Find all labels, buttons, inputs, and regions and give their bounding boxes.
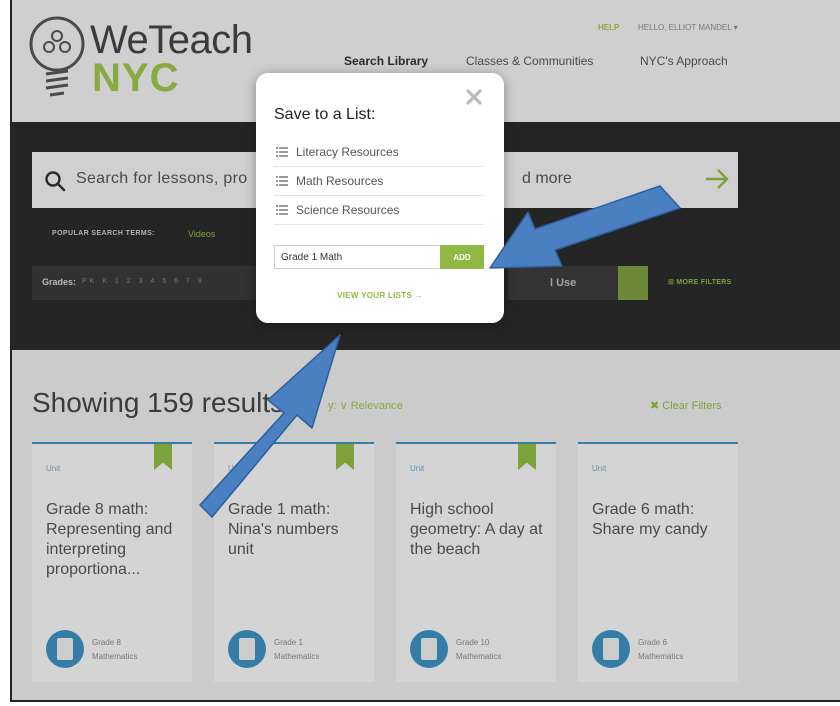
list-item-math[interactable]: Math Resources bbox=[274, 168, 484, 196]
list-item-label: Literacy Resources bbox=[296, 145, 399, 159]
list-item-label: Science Resources bbox=[296, 203, 400, 217]
save-to-list-modal: Save to a List: Literacy Resources Math … bbox=[256, 73, 504, 323]
list-item-literacy[interactable]: Literacy Resources bbox=[274, 139, 484, 167]
view-your-lists-link[interactable]: VIEW YOUR LISTS → bbox=[256, 291, 504, 300]
add-list-button[interactable]: ADD bbox=[440, 245, 484, 269]
app-window: WeTeach NYC HELP HELLO, ELLIOT MANDEL ▾ … bbox=[10, 0, 840, 702]
new-list-name-input[interactable] bbox=[274, 245, 440, 269]
list-item-label: Math Resources bbox=[296, 174, 384, 188]
list-icon bbox=[276, 205, 288, 215]
modal-title: Save to a List: bbox=[274, 106, 376, 123]
close-icon[interactable] bbox=[466, 89, 482, 105]
list-icon bbox=[276, 147, 288, 157]
list-icon bbox=[276, 176, 288, 186]
list-item-science[interactable]: Science Resources bbox=[274, 197, 484, 225]
